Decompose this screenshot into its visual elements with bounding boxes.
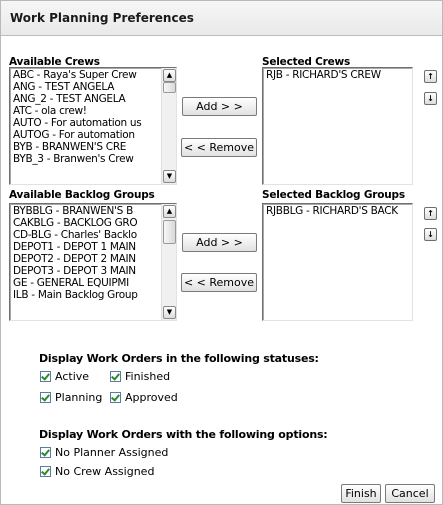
planning-checkbox-row[interactable]: Planning — [40, 391, 102, 405]
approved-checkbox[interactable] — [110, 391, 121, 403]
remove-backlog-button[interactable]: < < Remove — [181, 273, 257, 292]
list-item[interactable]: ABC - Raya's Super Crew — [10, 69, 161, 81]
planning-label: Planning — [55, 391, 103, 404]
move-up-icon[interactable]: ↑ — [424, 207, 437, 220]
no-crew-checkbox[interactable] — [40, 465, 51, 477]
approved-checkbox-row[interactable]: Approved — [110, 391, 178, 405]
active-checkbox[interactable] — [40, 370, 51, 382]
list-item[interactable]: AUTO - For automation us — [10, 117, 161, 129]
dialog-title: Work Planning Preferences — [10, 11, 194, 25]
list-item[interactable]: CAKBLG - BACKLOG GRO — [10, 217, 161, 229]
list-item[interactable]: BYB - BRANWEN'S CRE — [10, 141, 161, 153]
title-bar: Work Planning Preferences — [1, 1, 442, 36]
list-item[interactable]: RJBBLG - RICHARD'S BACK — [263, 205, 412, 217]
preferences-dialog: Work Planning Preferences Available Crew… — [0, 0, 443, 505]
finished-checkbox[interactable] — [110, 370, 121, 382]
scroll-down-icon[interactable]: ▼ — [163, 170, 176, 183]
no-crew-checkbox-row[interactable]: No Crew Assigned — [40, 465, 154, 479]
list-item[interactable]: BYBBLG - BRANWEN'S B — [10, 205, 161, 217]
list-item[interactable]: DEPOT1 - DEPOT 1 MAIN — [10, 241, 161, 253]
add-crew-button[interactable]: Add > > — [182, 97, 257, 116]
list-item[interactable]: DEPOT3 - DEPOT 3 MAIN — [10, 265, 161, 277]
scroll-thumb[interactable] — [163, 220, 176, 244]
available-crews-list[interactable]: ABC - Raya's Super Crew ANG - TEST ANGEL… — [9, 67, 177, 185]
list-item[interactable]: GE - GENERAL EQUIPMI — [10, 277, 161, 289]
selected-backlog-list[interactable]: RJBBLG - RICHARD'S BACK — [262, 203, 413, 321]
finished-checkbox-row[interactable]: Finished — [110, 370, 170, 384]
add-backlog-button[interactable]: Add > > — [182, 233, 257, 252]
remove-crew-button[interactable]: < < Remove — [181, 138, 257, 157]
list-item[interactable]: BYB_3 - Branwen's Crew — [10, 153, 161, 165]
selected-crews-list[interactable]: RJB - RICHARD'S CREW — [262, 67, 413, 185]
statuses-heading: Display Work Orders in the following sta… — [39, 352, 319, 365]
list-item[interactable]: ANG_2 - TEST ANGELA — [10, 93, 161, 105]
selected-backlog-label: Selected Backlog Groups — [262, 189, 405, 201]
list-item[interactable]: ATC - ola crew! — [10, 105, 161, 117]
move-down-icon[interactable]: ↓ — [424, 228, 437, 241]
backlog-scrollbar[interactable]: ▲ ▼ — [161, 204, 176, 320]
no-crew-label: No Crew Assigned — [55, 465, 155, 478]
list-item[interactable]: RJB - RICHARD'S CREW — [263, 69, 412, 81]
list-item[interactable]: CD-BLG - Charles' Backlo — [10, 229, 161, 241]
move-down-icon[interactable]: ↓ — [424, 92, 437, 105]
planning-checkbox[interactable] — [40, 391, 51, 403]
available-backlog-label: Available Backlog Groups — [9, 189, 155, 201]
list-item[interactable]: AUTOG - For automation — [10, 129, 161, 141]
move-up-icon[interactable]: ↑ — [424, 70, 437, 83]
active-checkbox-row[interactable]: Active — [40, 370, 89, 384]
scroll-down-icon[interactable]: ▼ — [163, 306, 176, 319]
cancel-button[interactable]: Cancel — [385, 484, 435, 503]
approved-label: Approved — [125, 391, 178, 404]
available-backlog-list[interactable]: BYBBLG - BRANWEN'S B CAKBLG - BACKLOG GR… — [9, 203, 177, 321]
scroll-thumb[interactable] — [163, 82, 176, 93]
no-planner-checkbox[interactable] — [40, 446, 51, 458]
list-item[interactable]: ANG - TEST ANGELA — [10, 81, 161, 93]
list-item[interactable]: DEPOT2 - DEPOT 2 MAIN — [10, 253, 161, 265]
no-planner-label: No Planner Assigned — [55, 446, 169, 459]
active-label: Active — [55, 370, 90, 383]
crews-scrollbar[interactable]: ▲ ▼ — [161, 68, 176, 184]
finish-button[interactable]: Finish — [341, 484, 381, 503]
options-heading: Display Work Orders with the following o… — [39, 428, 328, 441]
no-planner-checkbox-row[interactable]: No Planner Assigned — [40, 446, 168, 460]
finished-label: Finished — [125, 370, 171, 383]
scroll-up-icon[interactable]: ▲ — [163, 205, 176, 218]
list-item[interactable]: ILB - Main Backlog Group — [10, 289, 161, 301]
scroll-up-icon[interactable]: ▲ — [163, 69, 176, 82]
